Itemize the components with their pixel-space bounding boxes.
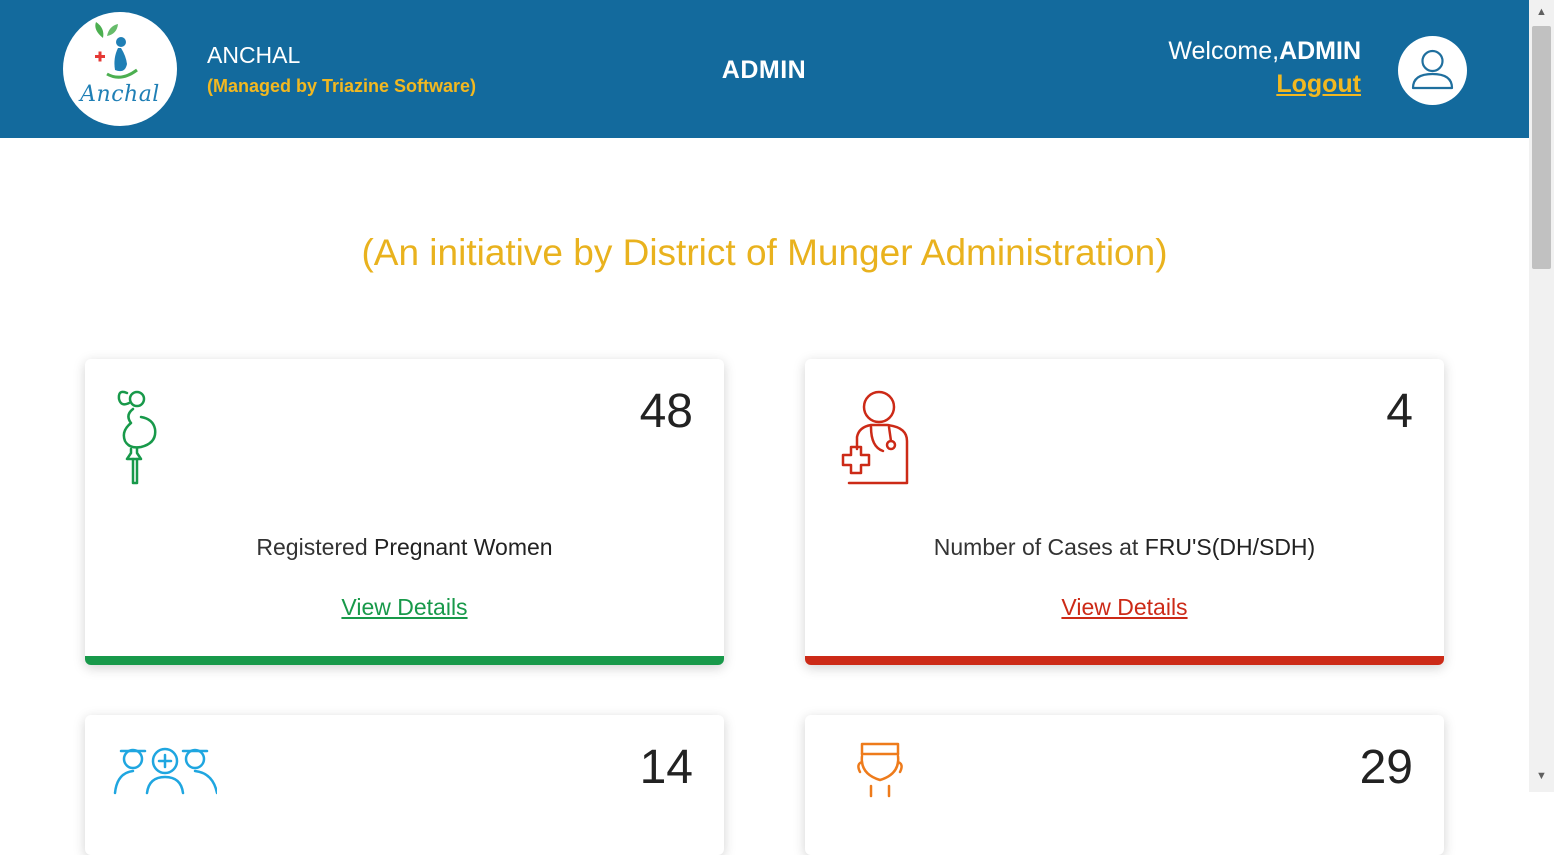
anchal-logo[interactable]: Anchal [63, 12, 177, 126]
role-title: ADMIN [721, 56, 807, 84]
card-accent-bar [805, 656, 1444, 665]
health-worker-icon [853, 740, 907, 805]
view-details-link[interactable]: View Details [85, 594, 724, 621]
anchal-logo-icon [95, 22, 138, 79]
welcome-prefix: Welcome, [1168, 37, 1280, 65]
medical-team-icon [113, 737, 219, 802]
medical-team-card: 14 [85, 715, 724, 855]
doctor-icon [831, 381, 921, 496]
card-count: 14 [639, 741, 693, 794]
card-label: Registered Pregnant Women [85, 534, 724, 561]
registered-pregnant-women-card: 48 Registered Pregnant Women View Detail… [85, 359, 724, 665]
card-label-emphasis: Pregnant Women [374, 534, 553, 560]
initiative-heading: (An initiative by District of Munger Adm… [361, 232, 1168, 273]
scroll-up-arrow-icon[interactable]: ▲ [1536, 6, 1547, 18]
logout-link[interactable]: Logout [1276, 70, 1361, 99]
avatar[interactable] [1398, 36, 1467, 105]
logo-wordmark: Anchal [80, 82, 160, 107]
fru-cases-card: 4 Number of Cases at FRU'S(DH/SDH) View … [805, 359, 1444, 665]
card-label: Number of Cases at FRU'S(DH/SDH) [805, 534, 1444, 561]
card-label-plain: Registered [256, 534, 375, 560]
card-label-plain: Number of Cases at [933, 534, 1145, 560]
managed-by-text: (Managed by Triazine Software) [207, 76, 477, 96]
top-header: Anchal ANCHAL (Managed by Triazine Softw… [0, 0, 1529, 138]
username: ADMIN [1279, 37, 1361, 65]
welcome-message: Welcome,ADMIN [1168, 37, 1361, 66]
user-profile-icon [1411, 49, 1454, 90]
app-name: ANCHAL [207, 42, 301, 68]
card-accent-bar [85, 656, 724, 665]
health-worker-card: 29 [805, 715, 1444, 855]
view-details-link[interactable]: View Details [805, 594, 1444, 621]
card-count: 29 [1359, 741, 1413, 794]
scroll-down-arrow-icon[interactable]: ▼ [1536, 770, 1547, 782]
scroll-thumb[interactable] [1532, 26, 1551, 269]
card-count: 4 [1386, 385, 1413, 438]
card-count: 48 [639, 385, 693, 438]
pregnant-woman-icon [111, 381, 171, 496]
vertical-scrollbar[interactable]: ▲ ▼ [1529, 0, 1554, 792]
card-label-emphasis: FRU'S(DH/SDH) [1144, 534, 1316, 560]
